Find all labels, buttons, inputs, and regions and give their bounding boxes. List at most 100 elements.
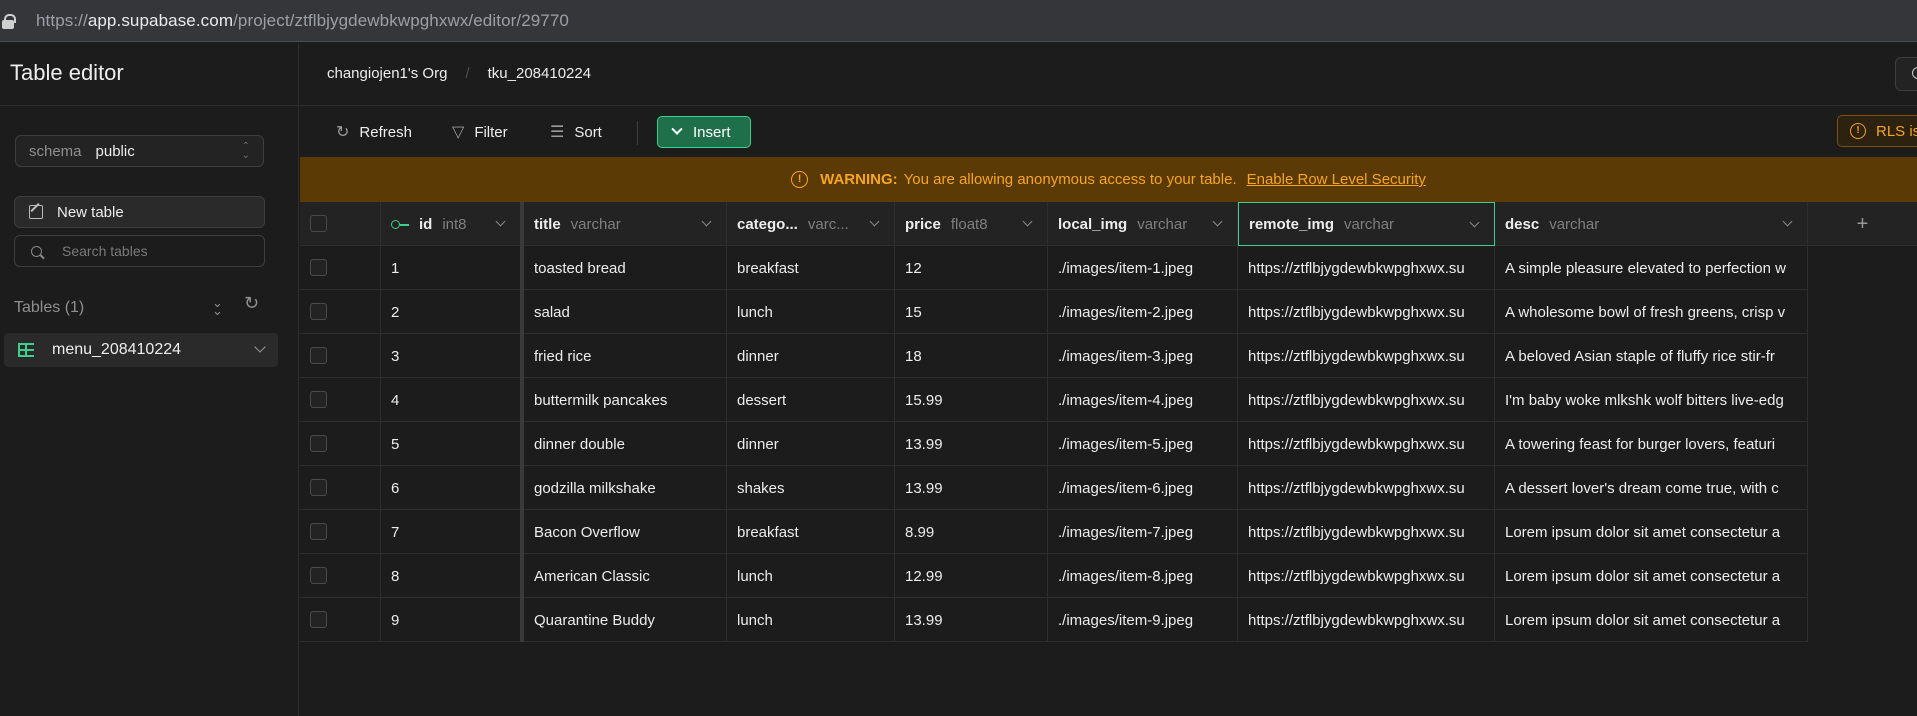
insert-button[interactable]: Insert [657, 116, 751, 148]
chevron-down-icon[interactable] [1782, 216, 1793, 227]
column-header-desc[interactable]: desc varchar [1495, 202, 1808, 246]
row-checkbox[interactable] [310, 611, 327, 628]
table-row[interactable]: 3 fried rice dinner 18 ./images/item-3.jpeg h… [300, 334, 1808, 378]
cell-category[interactable]: breakfast [727, 510, 895, 554]
add-column-button[interactable]: + [1808, 202, 1917, 246]
cell-title[interactable]: fried rice [524, 334, 727, 378]
cell-title[interactable]: Quarantine Buddy [524, 598, 727, 642]
schema-selector[interactable]: schema public ⌃ ⌄ [15, 135, 264, 167]
enable-rls-link[interactable]: Enable Row Level Security [1247, 171, 1426, 188]
cell-title[interactable]: toasted bread [524, 246, 727, 290]
cell-local-img[interactable]: ./images/item-3.jpeg [1048, 334, 1238, 378]
cell-remote-img[interactable]: https://ztflbjygdewbkwpghxwx.su [1238, 510, 1495, 554]
table-row[interactable]: 5 dinner double dinner 13.99 ./images/item-5… [300, 422, 1808, 466]
cell-id[interactable]: 2 [381, 290, 524, 334]
cell-category[interactable]: dessert [727, 378, 895, 422]
cell-desc[interactable]: Lorem ipsum dolor sit amet consectetur a [1495, 554, 1808, 598]
cell-category[interactable]: lunch [727, 290, 895, 334]
cell-category[interactable]: dinner [727, 422, 895, 466]
url-text[interactable]: https://app.supabase.com/project/ztflbjy… [36, 11, 569, 31]
filter-button[interactable]: ▽ Filter [452, 119, 508, 145]
column-header-category[interactable]: catego... varc... [727, 202, 895, 246]
cell-category[interactable]: dinner [727, 334, 895, 378]
column-header-title[interactable]: title varchar [524, 202, 727, 246]
table-row[interactable]: 1 toasted bread breakfast 12 ./images/item-1… [300, 246, 1808, 290]
chevron-down-icon[interactable] [1469, 217, 1480, 228]
chevron-down-icon[interactable] [701, 216, 712, 227]
table-row[interactable]: 2 salad lunch 15 ./images/item-2.jpeg https:/… [300, 290, 1808, 334]
cell-price[interactable]: 13.99 [895, 422, 1048, 466]
row-checkbox[interactable] [310, 567, 327, 584]
cell-price[interactable]: 13.99 [895, 466, 1048, 510]
cell-price[interactable]: 15.99 [895, 378, 1048, 422]
cell-local-img[interactable]: ./images/item-7.jpeg [1048, 510, 1238, 554]
cell-category[interactable]: shakes [727, 466, 895, 510]
cell-remote-img[interactable]: https://ztflbjygdewbkwpghxwx.su [1238, 334, 1495, 378]
cell-id[interactable]: 3 [381, 334, 524, 378]
cell-title[interactable]: American Classic [524, 554, 727, 598]
row-checkbox[interactable] [310, 523, 327, 540]
refresh-tables-icon[interactable]: ↻ [244, 293, 259, 314]
cell-desc[interactable]: A dessert lover's dream come true, with … [1495, 466, 1808, 510]
lock-icon[interactable] [2, 13, 16, 29]
chevron-down-icon[interactable] [1212, 216, 1223, 227]
cell-price[interactable]: 15 [895, 290, 1048, 334]
row-checkbox[interactable] [310, 303, 327, 320]
table-row[interactable]: 7 Bacon Overflow breakfast 8.99 ./images/ite… [300, 510, 1808, 554]
cell-remote-img[interactable]: https://ztflbjygdewbkwpghxwx.su [1238, 378, 1495, 422]
cell-price[interactable]: 12.99 [895, 554, 1048, 598]
chevron-down-icon[interactable] [254, 341, 266, 353]
cell-title[interactable]: buttermilk pancakes [524, 378, 727, 422]
cell-title[interactable]: dinner double [524, 422, 727, 466]
cell-local-img[interactable]: ./images/item-2.jpeg [1048, 290, 1238, 334]
chevron-down-icon[interactable] [495, 216, 506, 227]
cell-price[interactable]: 13.99 [895, 598, 1048, 642]
cell-category[interactable]: lunch [727, 554, 895, 598]
help-button[interactable] [1895, 57, 1917, 91]
column-header-id[interactable]: id int8 [381, 202, 524, 246]
cell-id[interactable]: 9 [381, 598, 524, 642]
search-tables-input[interactable]: Search tables [14, 235, 265, 267]
rls-button[interactable]: ! RLS is [1837, 115, 1917, 147]
cell-price[interactable]: 8.99 [895, 510, 1048, 554]
column-header-local-img[interactable]: local_img varchar [1048, 202, 1238, 246]
cell-id[interactable]: 5 [381, 422, 524, 466]
cell-local-img[interactable]: ./images/item-1.jpeg [1048, 246, 1238, 290]
cell-price[interactable]: 18 [895, 334, 1048, 378]
chevron-down-icon[interactable] [1022, 216, 1033, 227]
cell-desc[interactable]: A towering feast for burger lovers, feat… [1495, 422, 1808, 466]
cell-local-img[interactable]: ./images/item-9.jpeg [1048, 598, 1238, 642]
cell-remote-img[interactable]: https://ztflbjygdewbkwpghxwx.su [1238, 466, 1495, 510]
table-row[interactable]: 4 buttermilk pancakes dessert 15.99 ./images… [300, 378, 1808, 422]
cell-local-img[interactable]: ./images/item-8.jpeg [1048, 554, 1238, 598]
table-row[interactable]: 8 American Classic lunch 12.99 ./images/item… [300, 554, 1808, 598]
cell-desc[interactable]: A beloved Asian staple of fluffy rice st… [1495, 334, 1808, 378]
column-header-remote-img[interactable]: remote_img varchar [1238, 202, 1495, 246]
cell-id[interactable]: 8 [381, 554, 524, 598]
row-checkbox[interactable] [310, 347, 327, 364]
refresh-button[interactable]: ↻ Refresh [336, 119, 412, 145]
cell-id[interactable]: 4 [381, 378, 524, 422]
cell-local-img[interactable]: ./images/item-5.jpeg [1048, 422, 1238, 466]
cell-remote-img[interactable]: https://ztflbjygdewbkwpghxwx.su [1238, 422, 1495, 466]
cell-remote-img[interactable]: https://ztflbjygdewbkwpghxwx.su [1238, 554, 1495, 598]
cell-category[interactable]: lunch [727, 598, 895, 642]
chevron-down-icon[interactable] [869, 216, 880, 227]
browser-address-bar[interactable]: https://app.supabase.com/project/ztflbjy… [0, 0, 1917, 42]
collapse-all-icon[interactable]: ⌄ ⌄ [212, 296, 223, 317]
cell-remote-img[interactable]: https://ztflbjygdewbkwpghxwx.su [1238, 246, 1495, 290]
row-checkbox[interactable] [310, 391, 327, 408]
table-row[interactable]: 6 godzilla milkshake shakes 13.99 ./images/i… [300, 466, 1808, 510]
cell-desc[interactable]: Lorem ipsum dolor sit amet consectetur a [1495, 598, 1808, 642]
cell-id[interactable]: 6 [381, 466, 524, 510]
select-all-checkbox[interactable] [310, 215, 327, 232]
breadcrumb-org[interactable]: changiojen1's Org [327, 65, 447, 82]
cell-desc[interactable]: A wholesome bowl of fresh greens, crisp … [1495, 290, 1808, 334]
cell-title[interactable]: Bacon Overflow [524, 510, 727, 554]
cell-title[interactable]: godzilla milkshake [524, 466, 727, 510]
cell-local-img[interactable]: ./images/item-4.jpeg [1048, 378, 1238, 422]
cell-id[interactable]: 7 [381, 510, 524, 554]
table-row[interactable]: 9 Quarantine Buddy lunch 13.99 ./images/item… [300, 598, 1808, 642]
row-checkbox[interactable] [310, 435, 327, 452]
cell-desc[interactable]: I'm baby woke mlkshk wolf bitters live-e… [1495, 378, 1808, 422]
